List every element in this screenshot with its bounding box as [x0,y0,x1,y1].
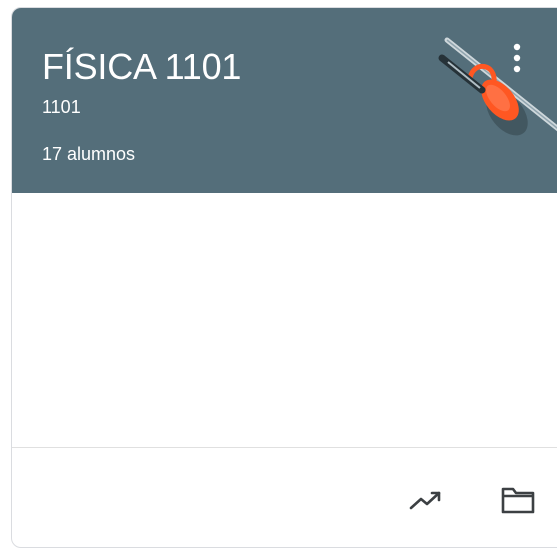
student-count: 17 alumnos [42,144,136,164]
class-card[interactable]: FÍSICA 1101 1101 17 alumnos [11,7,557,548]
trending-up-icon [409,491,441,510]
drive-folder-button[interactable] [498,480,538,520]
card-divider [12,447,557,448]
class-card-header[interactable]: FÍSICA 1101 1101 17 alumnos [12,8,557,193]
folder-icon [501,487,535,514]
more-vert-icon [513,43,521,73]
more-options-button[interactable] [499,38,535,78]
fencing-sword-icon [438,37,557,136]
course-title[interactable]: FÍSICA 1101 [42,46,241,88]
course-section[interactable]: 1101 [42,97,81,118]
gradebook-button[interactable] [406,480,446,520]
